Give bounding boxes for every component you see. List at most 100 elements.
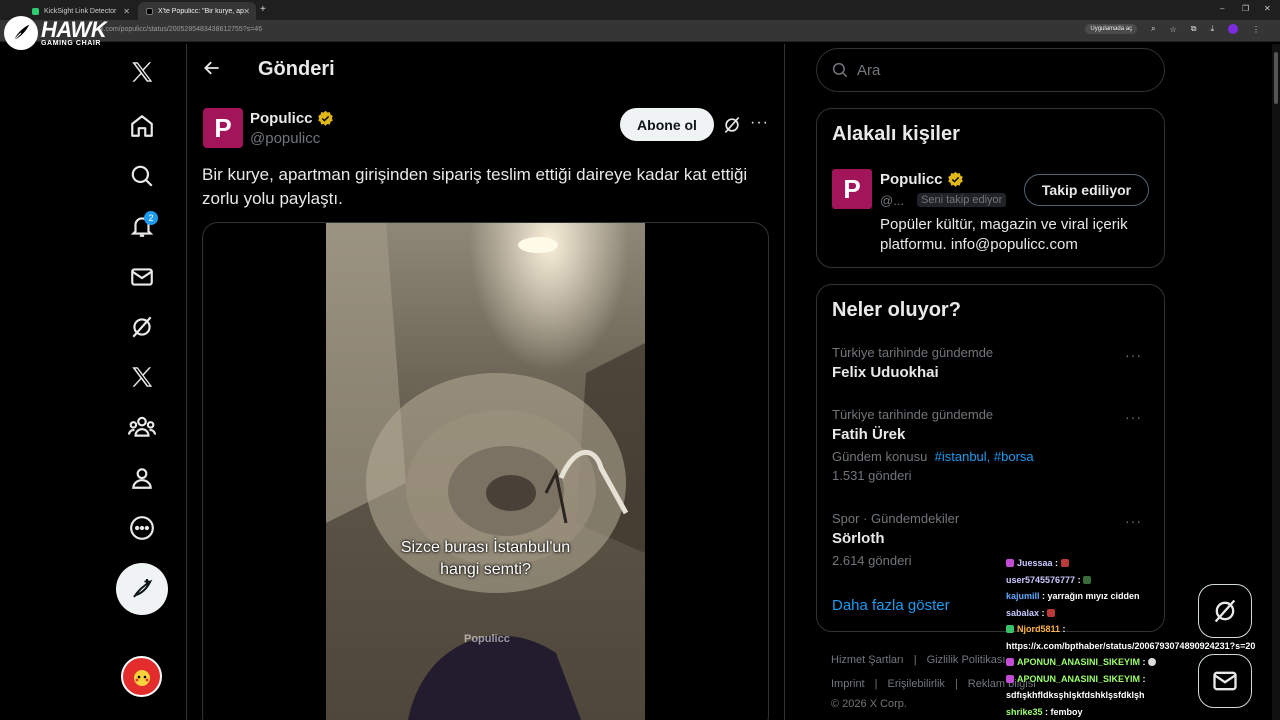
following-button[interactable]: Takip ediliyor — [1024, 174, 1149, 206]
communities-icon[interactable] — [116, 405, 168, 449]
extensions-icon[interactable]: ⧉ — [1191, 24, 1197, 34]
home-icon[interactable] — [116, 104, 168, 148]
related-bio: Popüler kültür, magazin ve viral içerik … — [880, 216, 1128, 253]
page-scrollbar[interactable] — [1272, 44, 1280, 720]
trend-item[interactable]: Türkiye tarihinde gündemde Felix Uduokha… — [832, 345, 1152, 381]
footer-link[interactable]: Hizmet Şartları — [831, 654, 904, 666]
search-input[interactable]: Ara — [857, 62, 880, 79]
trend-name: Fatih Ürek — [832, 426, 906, 443]
compose-post-button[interactable] — [116, 563, 168, 615]
chat-user: Njord5811 — [1017, 624, 1061, 634]
tab-close-icon[interactable]: ✕ — [123, 7, 130, 16]
chat-message: shrike35 : femboy — [1006, 706, 1083, 717]
video-player[interactable]: Sizce burası İstanbul'un hangi semti? Po… — [326, 223, 645, 720]
chat-message: APONUN_ANASINI_SIKEYIM : — [1006, 671, 1280, 688]
grok-explain-icon[interactable] — [722, 115, 742, 140]
hawk-logo: HAWK GAMING CHAIR — [4, 16, 107, 50]
address-bar: x.com/populicc/status/200528548343861275… — [0, 20, 1280, 42]
notification-badge: 2 — [144, 211, 158, 225]
author-name-text: Populicc — [250, 110, 313, 127]
show-more-link[interactable]: Daha fazla göster — [832, 597, 950, 614]
chat-message: user5745576777 : — [1006, 572, 1280, 589]
chat-message: sdfışkhfldksşhlşkfdshklşsfdklşh — [1006, 687, 1280, 704]
bell-icon[interactable]: 2 — [116, 204, 168, 248]
hawk-feather-icon — [4, 16, 38, 50]
search-box[interactable]: Ara — [816, 48, 1165, 92]
chat-message: Njord5811 : — [1006, 621, 1280, 638]
pikachu-avatar-icon — [133, 669, 150, 686]
footer-row-1: Hizmet Şartları | Gizlilik Politikası — [831, 654, 1005, 666]
download-icon[interactable]: ⤓ — [1210, 24, 1214, 34]
trend-topic-links[interactable]: #istanbul, #borsa — [935, 449, 1034, 464]
bookmark-star-icon[interactable]: ☆ — [1170, 25, 1177, 34]
chat-emote-icon — [1047, 608, 1056, 617]
right-column-divider — [784, 44, 785, 720]
chat-message: https://x.com/bpthaber/status/2006793074… — [1006, 638, 1280, 655]
stream-chat-overlay: Juessaa : user5745576777 : kajumill : ya… — [1006, 555, 1280, 720]
x-logo-icon[interactable] — [116, 50, 168, 94]
video-caption: Sizce burası İstanbul'un hangi semti? — [326, 537, 645, 581]
hawk-brand-name: HAWK — [41, 16, 107, 42]
chat-user: APONUN_ANASINI_SIKEYIM — [1017, 657, 1141, 667]
x-favicon-icon — [146, 7, 153, 15]
post-more-icon[interactable]: ··· — [750, 114, 769, 132]
hawk-brand-sub: GAMING CHAIR — [41, 39, 102, 47]
footer-link[interactable]: Gizlilik Politikası — [927, 654, 1006, 666]
trend-more-icon[interactable]: ··· — [1125, 409, 1142, 425]
browser-tab-x-post[interactable]: X'te Populicc: "Bir kurye, apartm ✕ — [138, 2, 256, 20]
account-avatar[interactable] — [121, 656, 162, 697]
tab-title: KickSight Link Detector — [44, 7, 117, 15]
tab-close-icon[interactable]: ✕ — [243, 7, 250, 16]
chat-user: APONUN_ANASINI_SIKEYIM — [1017, 673, 1141, 684]
chat-message: kajumill : yarrağın mıyız cidden — [1006, 591, 1140, 601]
related-avatar[interactable]: P — [832, 169, 872, 209]
mail-icon[interactable] — [116, 255, 168, 299]
video-caption-line1: Sizce burası İstanbul'un — [400, 539, 571, 556]
footer-link[interactable]: Erişilebilirlik — [887, 678, 944, 690]
toolbar-actions: Uygulamada aç ⌕ ☆ ⧉ ⤓ ⋮ — [1085, 24, 1260, 34]
related-name-text: Populicc — [880, 171, 943, 188]
chat-user: kajumill — [1006, 591, 1040, 601]
search-icon[interactable] — [116, 154, 168, 198]
profile-icon[interactable] — [116, 456, 168, 500]
trend-more-icon[interactable]: ··· — [1125, 347, 1142, 363]
zoom-icon[interactable]: ⌕ — [1151, 24, 1155, 34]
close-window-button[interactable]: ✕ — [1264, 4, 1271, 13]
follows-you-badge: Seni takip ediyor — [917, 193, 1007, 207]
footer-row-2: Imprint | Erişilebilirlik | Reklam bilgi… — [831, 678, 1036, 690]
grok-icon[interactable] — [116, 305, 168, 349]
author-name[interactable]: Populicc — [250, 110, 334, 127]
chat-message: Juessaa : — [1006, 555, 1280, 572]
minimize-button[interactable]: – — [1220, 4, 1224, 13]
tab-title: X'te Populicc: "Bir kurye, apartm — [158, 7, 244, 15]
chat-badge-icon — [1006, 559, 1014, 567]
back-button[interactable] — [202, 58, 222, 83]
profile-avatar[interactable] — [1228, 24, 1238, 34]
copyright-text: © 2026 X Corp. — [831, 698, 907, 710]
author-avatar[interactable]: P — [203, 108, 243, 148]
trend-topic: Gündem konusu #istanbul, #borsa — [832, 449, 1152, 464]
related-name[interactable]: Populicc — [880, 171, 964, 188]
scrollbar-thumb[interactable] — [1274, 52, 1278, 104]
menu-kebab-icon[interactable]: ⋮ — [1252, 25, 1260, 34]
trend-item[interactable]: Türkiye tarihinde gündemde Fatih Ürek Gü… — [832, 407, 1152, 483]
subscribe-button[interactable]: Abone ol — [620, 108, 714, 141]
maximize-button[interactable]: ❐ — [1242, 4, 1249, 13]
x-premium-icon[interactable] — [116, 355, 168, 399]
more-circle-icon[interactable] — [116, 506, 168, 550]
trend-context: Spor · Gündemdekiler — [832, 511, 960, 526]
url-field[interactable]: x.com/populicc/status/200528548343861275… — [100, 26, 262, 33]
feather-plus-icon — [133, 579, 153, 598]
video-caption-line2: hangi semti? — [440, 561, 531, 578]
trend-more-icon[interactable]: ··· — [1125, 513, 1142, 529]
post-media[interactable]: Sizce burası İstanbul'un hangi semti? Po… — [202, 222, 769, 720]
avatar-letter: P — [214, 112, 232, 143]
author-handle[interactable]: @populicc — [250, 130, 320, 147]
footer-link[interactable]: Imprint — [831, 678, 865, 690]
footer-separator: | — [913, 654, 917, 666]
verified-badge-icon — [947, 171, 963, 187]
open-in-app-button[interactable]: Uygulamada aç — [1085, 24, 1138, 34]
new-tab-button[interactable]: + — [260, 4, 266, 15]
chat-user: Juessaa — [1017, 558, 1053, 568]
verified-badge-icon — [317, 110, 333, 126]
